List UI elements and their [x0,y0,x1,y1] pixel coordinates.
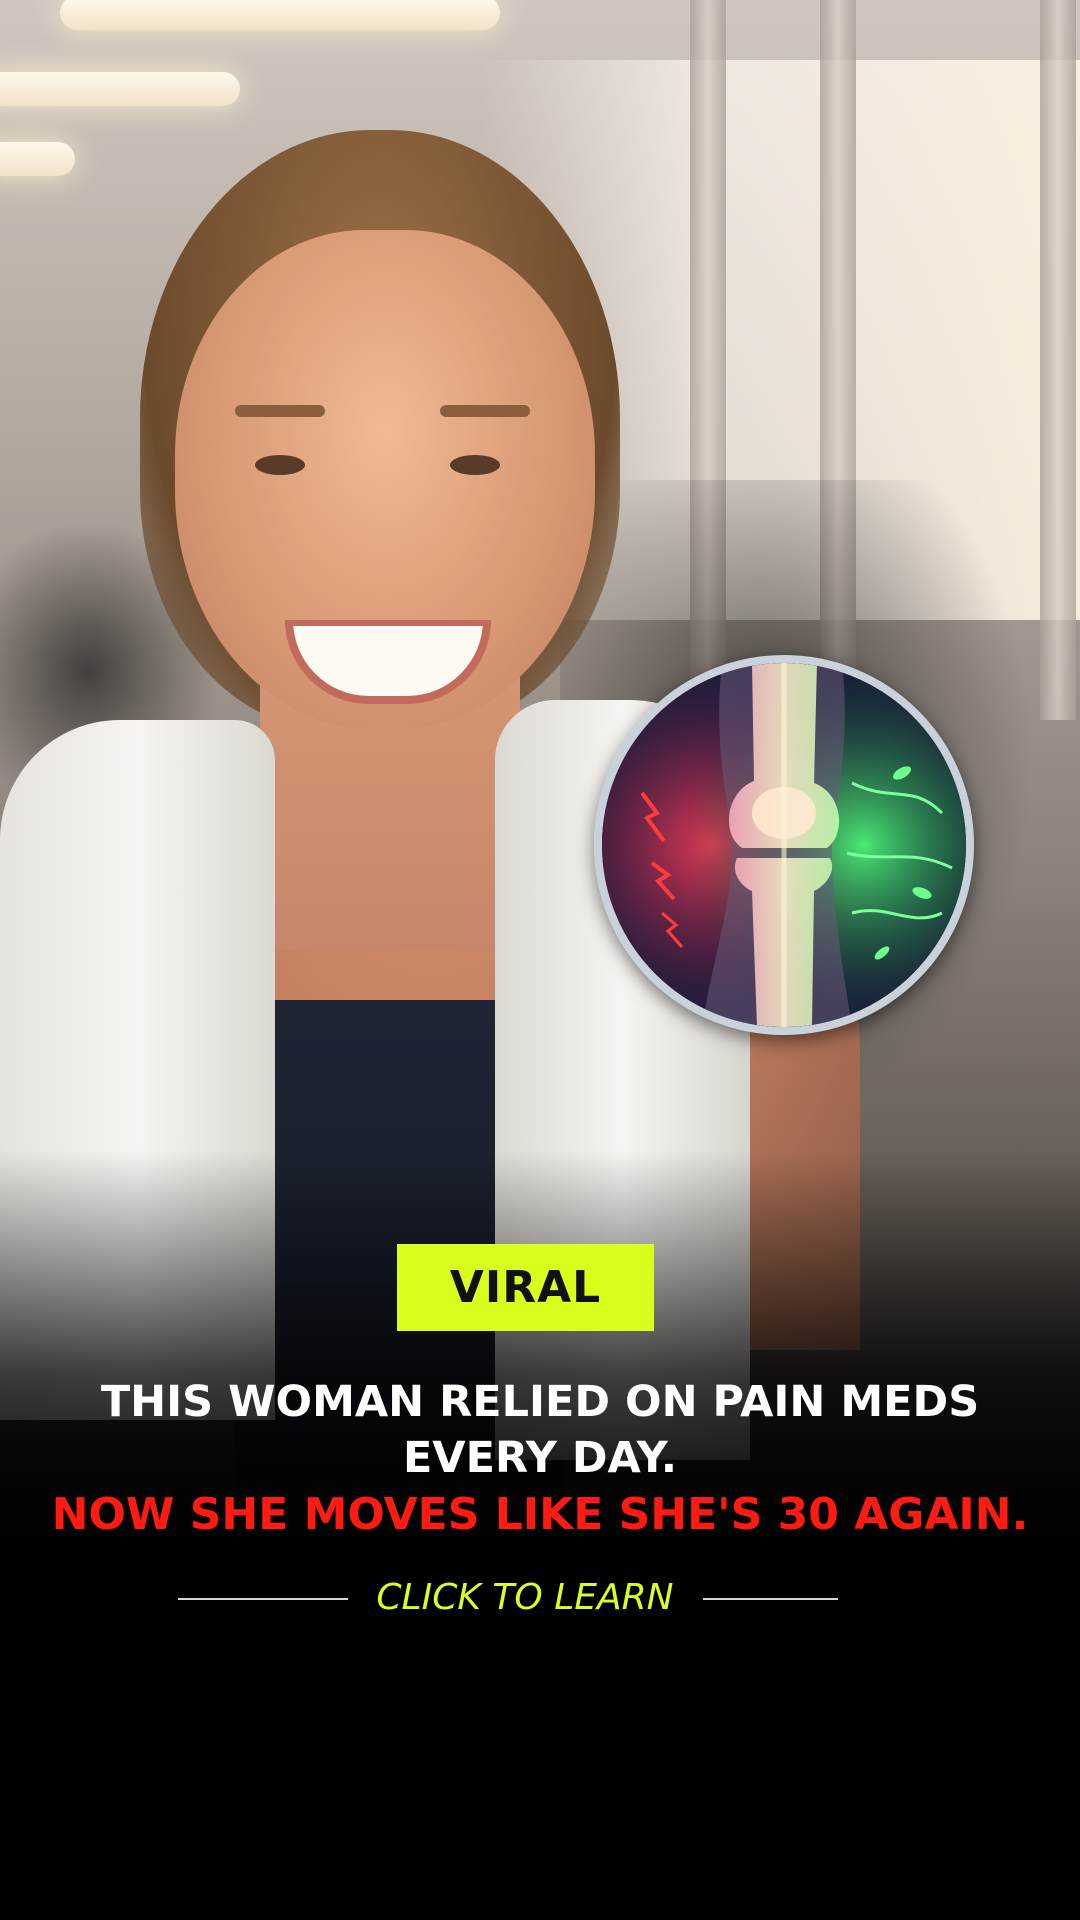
headline-line-2: EVERY DAY. [402,1433,678,1483]
knee-joint-icon [594,655,974,1035]
viral-badge: VIRAL [397,1244,654,1331]
cta-divider-left [178,1598,348,1600]
woman-eye [255,455,305,475]
headline-line-1: THIS WOMAN RELIED ON PAIN MEDS [100,1377,980,1427]
click-to-learn-link[interactable]: CLICK TO LEARN [360,1570,690,1626]
woman-brow [235,405,325,417]
woman-brow [440,405,530,417]
cta-divider-right [703,1598,838,1600]
cta-row[interactable]: CLICK TO LEARN [0,1570,1080,1626]
headline-line-3: NOW SHE MOVES LIKE SHE'S 30 AGAIN. [51,1489,1029,1540]
woman-eye [450,455,500,475]
